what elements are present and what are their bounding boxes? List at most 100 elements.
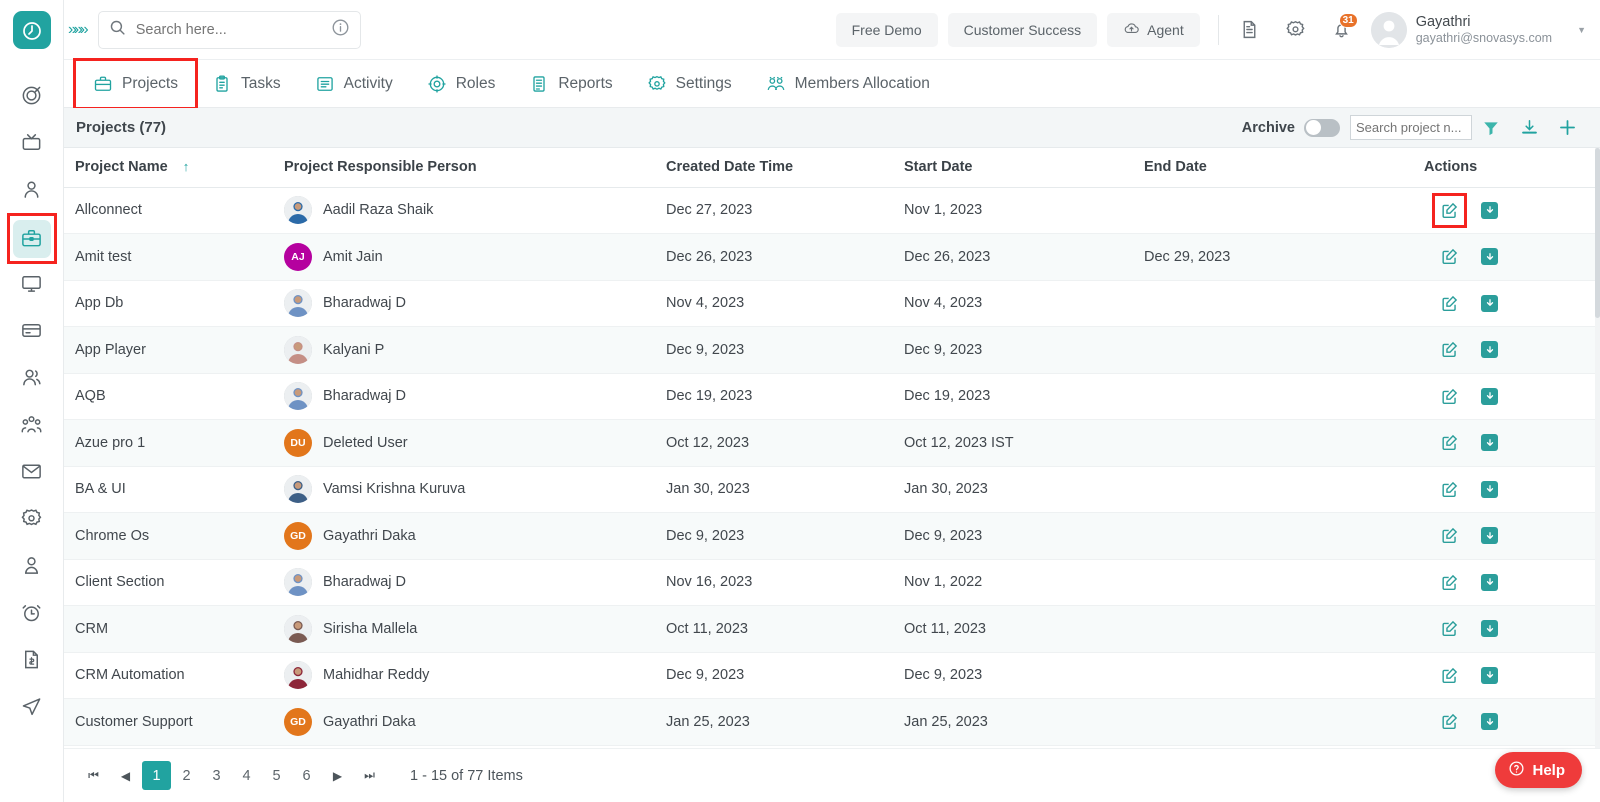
sidebar-item-team[interactable] (9, 403, 55, 450)
col-project-name[interactable]: Project Name ↑ (64, 148, 276, 188)
edit-icon[interactable] (1440, 480, 1459, 499)
page-button-4[interactable]: 4 (232, 761, 261, 790)
table-row[interactable]: Client Section Bharadwaj D Nov 16, 2023 Nov… (64, 559, 1600, 606)
table-row[interactable]: Amit test AJ Amit Jain Dec 26, 2023 Dec 26, … (64, 233, 1600, 281)
tab-members-allocation[interactable]: Members Allocation (749, 61, 947, 107)
archive-icon[interactable] (1481, 527, 1498, 545)
sidebar-item-person[interactable] (9, 168, 55, 215)
edit-icon[interactable] (1440, 712, 1459, 731)
bell-icon[interactable]: 31 (1325, 12, 1359, 47)
scrollbar-thumb[interactable] (1595, 148, 1600, 318)
edit-icon[interactable] (1440, 666, 1459, 685)
global-search[interactable] (97, 10, 361, 49)
add-icon[interactable] (1548, 113, 1586, 143)
archive-icon[interactable] (1481, 573, 1498, 591)
gear-icon[interactable] (1279, 13, 1313, 47)
archive-icon[interactable] (1481, 434, 1498, 452)
edit-icon[interactable] (1432, 192, 1467, 228)
search-input[interactable] (125, 21, 331, 38)
sidebar-item-briefcase[interactable] (6, 213, 57, 264)
archive-icon[interactable] (1481, 620, 1498, 638)
edit-icon[interactable] (1440, 573, 1459, 592)
page-first-button[interactable]: ⏮ (78, 761, 109, 790)
col-created-date[interactable]: Created Date Time (658, 148, 896, 188)
table-row[interactable]: Customer Support GD Gayathri Daka Jan 25, 2… (64, 698, 1600, 746)
table-row[interactable]: CRM Automation Mahidhar Reddy Dec 9, 2023 D… (64, 652, 1600, 699)
sidebar-item-alarm[interactable] (9, 591, 55, 638)
sidebar-item-profile[interactable] (9, 544, 55, 591)
archive-icon[interactable] (1481, 713, 1498, 731)
edit-icon[interactable] (1440, 619, 1459, 638)
sidebar-item-mail[interactable] (9, 450, 55, 497)
archive-toggle[interactable] (1304, 118, 1340, 137)
info-icon[interactable] (331, 18, 350, 42)
table-row[interactable]: Azue pro 1 DU Deleted User Oct 12, 2023 Oct … (64, 419, 1600, 467)
tab-activity[interactable]: Activity (298, 61, 410, 107)
table-row[interactable]: AQB Bharadwaj D Dec 19, 2023 Dec 19, 2023 (64, 373, 1600, 420)
page-last-button[interactable]: ⏭ (354, 761, 385, 790)
page-button-2[interactable]: 2 (172, 761, 201, 790)
tab-roles[interactable]: Roles (410, 61, 513, 107)
archive-icon[interactable] (1481, 387, 1498, 405)
agent-button[interactable]: Agent (1107, 12, 1200, 47)
table-row[interactable]: BA & UI Vamsi Krishna Kuruva Jan 30, 2023 J… (64, 466, 1600, 513)
cell-actions (1416, 698, 1600, 746)
sidebar-item-settings[interactable] (9, 497, 55, 544)
archive-icon[interactable] (1481, 294, 1498, 312)
page-button-1[interactable]: 1 (142, 761, 171, 790)
page-button-6[interactable]: 6 (292, 761, 321, 790)
page-next-button[interactable]: ▶ (322, 761, 353, 790)
page-button-3[interactable]: 3 (202, 761, 231, 790)
table-row[interactable]: CRM Sirisha Mallela Oct 11, 2023 Oct 11, 20… (64, 605, 1600, 653)
page-button-5[interactable]: 5 (262, 761, 291, 790)
table-row[interactable]: Chrome Os GD Gayathri Daka Dec 9, 2023 Dec 9… (64, 512, 1600, 560)
help-button[interactable]: Help (1495, 752, 1582, 788)
archive-icon[interactable] (1481, 341, 1498, 359)
cell-actions (1416, 233, 1600, 281)
col-responsible-person[interactable]: Project Responsible Person (276, 148, 658, 188)
edit-icon[interactable] (1440, 387, 1459, 406)
user-menu[interactable]: Gayathri gayathri@snovasys.com ▼ (1370, 11, 1586, 48)
archive-icon[interactable] (1481, 480, 1498, 498)
table-row[interactable]: App Player Kalyani P Dec 9, 2023 Dec 9, 202… (64, 326, 1600, 374)
sidebar-item-target[interactable] (9, 74, 55, 121)
edit-icon[interactable] (1440, 247, 1459, 266)
edit-icon[interactable] (1440, 526, 1459, 545)
edit-icon[interactable] (1440, 433, 1459, 452)
tab-reports[interactable]: Reports (512, 61, 629, 107)
col-start-date[interactable]: Start Date (896, 148, 1136, 188)
table-row[interactable]: Allconnect Aadil Raza Shaik Dec 27, 2023 No… (64, 187, 1600, 234)
tab-projects[interactable]: Projects (73, 57, 198, 110)
filter-icon[interactable] (1472, 113, 1510, 143)
expand-sidebar-button[interactable]: »»» (64, 21, 98, 39)
sidebar-item-tv[interactable] (9, 121, 55, 168)
row-actions (1424, 387, 1592, 406)
chevron-down-icon[interactable]: ▼ (1577, 25, 1586, 35)
vertical-scrollbar[interactable] (1595, 148, 1600, 748)
project-search-input[interactable] (1350, 115, 1472, 140)
archive-icon[interactable] (1481, 248, 1498, 266)
sidebar-item-monitor[interactable] (9, 262, 55, 309)
table-row[interactable]: App Db Bharadwaj D Nov 4, 2023 Nov 4, 2023 (64, 280, 1600, 327)
col-end-date[interactable]: End Date (1136, 148, 1416, 188)
download-icon[interactable] (1510, 113, 1548, 143)
document-icon[interactable] (1233, 13, 1267, 47)
edit-icon[interactable] (1440, 294, 1459, 313)
row-actions (1424, 294, 1592, 313)
tab-settings[interactable]: Settings (630, 61, 749, 107)
person-name: Mahidhar Reddy (323, 667, 430, 684)
sidebar-item-invoice[interactable] (9, 638, 55, 685)
sort-asc-icon[interactable]: ↑ (172, 159, 190, 174)
customer-success-button[interactable]: Customer Success (947, 12, 1098, 47)
tab-label: Tasks (241, 74, 281, 92)
tab-tasks[interactable]: Tasks (195, 61, 298, 107)
free-demo-button[interactable]: Free Demo (835, 12, 938, 47)
archive-icon[interactable] (1481, 201, 1498, 219)
edit-icon[interactable] (1440, 340, 1459, 359)
page-prev-button[interactable]: ◀ (110, 761, 141, 790)
sidebar-item-users[interactable] (9, 356, 55, 403)
sidebar-item-send[interactable] (9, 685, 55, 732)
sidebar-item-card[interactable] (9, 309, 55, 356)
app-logo[interactable] (0, 0, 64, 60)
archive-icon[interactable] (1481, 666, 1498, 684)
